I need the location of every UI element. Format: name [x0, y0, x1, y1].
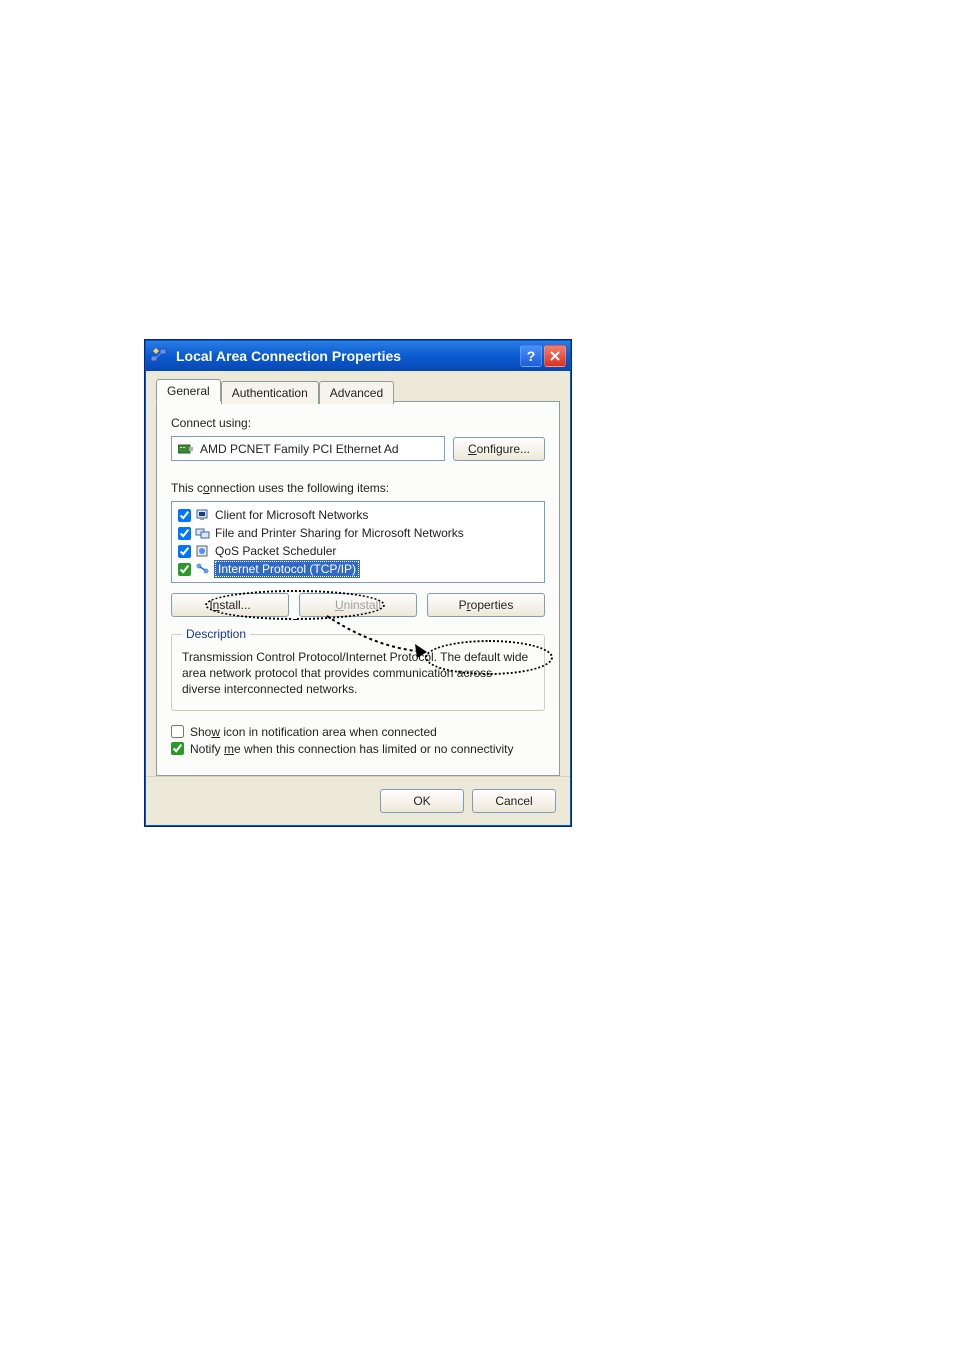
item-label: QoS Packet Scheduler [215, 544, 336, 558]
configure-button[interactable]: Configure... [453, 437, 545, 461]
description-group: Description Transmission Control Protoco… [171, 627, 545, 711]
notify-label: Notify me when this connection has limit… [190, 742, 514, 756]
item-label: File and Printer Sharing for Microsoft N… [215, 526, 464, 540]
item-label: Internet Protocol (TCP/IP) [215, 561, 359, 577]
adapter-name: AMD PCNET Family PCI Ethernet Ad [200, 442, 399, 456]
tab-authentication[interactable]: Authentication [221, 381, 319, 404]
item-checkbox[interactable] [178, 527, 191, 540]
notify-checkbox[interactable] [171, 742, 184, 755]
install-button[interactable]: Install... [171, 593, 289, 617]
titlebar[interactable]: Local Area Connection Properties ? [146, 341, 570, 371]
show-icon-label: Show icon in notification area when conn… [190, 725, 437, 739]
protocol-icon [195, 561, 211, 577]
list-item[interactable]: File and Printer Sharing for Microsoft N… [174, 524, 542, 542]
list-item[interactable]: Internet Protocol (TCP/IP) [174, 560, 542, 578]
dialog-footer: OK Cancel [146, 776, 570, 825]
items-label: This connection uses the following items… [171, 481, 545, 495]
item-checkbox[interactable] [178, 509, 191, 522]
list-item[interactable]: Client for Microsoft Networks [174, 506, 542, 524]
client-icon [195, 507, 211, 523]
tab-general[interactable]: General [156, 379, 221, 402]
properties-dialog: Local Area Connection Properties ? Gener… [145, 340, 571, 826]
share-icon [195, 525, 211, 541]
description-text: Transmission Control Protocol/Internet P… [182, 649, 534, 698]
description-legend: Description [182, 627, 250, 641]
close-button[interactable] [544, 345, 566, 367]
tab-advanced[interactable]: Advanced [319, 381, 394, 404]
show-icon-option[interactable]: Show icon in notification area when conn… [171, 725, 545, 739]
connect-using-label: Connect using: [171, 416, 545, 430]
help-button[interactable]: ? [520, 345, 542, 367]
properties-button[interactable]: Properties [427, 593, 545, 617]
list-item[interactable]: QoS Packet Scheduler [174, 542, 542, 560]
connection-items-list[interactable]: Client for Microsoft Networks File and P… [171, 501, 545, 583]
ok-button[interactable]: OK [380, 789, 464, 813]
tab-strip: General Authentication Advanced [156, 379, 560, 402]
client-area: General Authentication Advanced Connect … [146, 371, 570, 776]
nic-icon [178, 443, 194, 455]
uninstall-button: Uninstall [299, 593, 417, 617]
item-checkbox[interactable] [178, 545, 191, 558]
item-checkbox[interactable] [178, 563, 191, 576]
cancel-button[interactable]: Cancel [472, 789, 556, 813]
connection-icon [150, 348, 170, 364]
adapter-field[interactable]: AMD PCNET Family PCI Ethernet Ad [171, 436, 445, 461]
notify-option[interactable]: Notify me when this connection has limit… [171, 742, 545, 756]
item-label: Client for Microsoft Networks [215, 508, 368, 522]
window-title: Local Area Connection Properties [176, 348, 518, 364]
show-icon-checkbox[interactable] [171, 725, 184, 738]
general-panel: Connect using: AMD PCNET Family PCI Ethe… [156, 401, 560, 776]
qos-icon [195, 543, 211, 559]
